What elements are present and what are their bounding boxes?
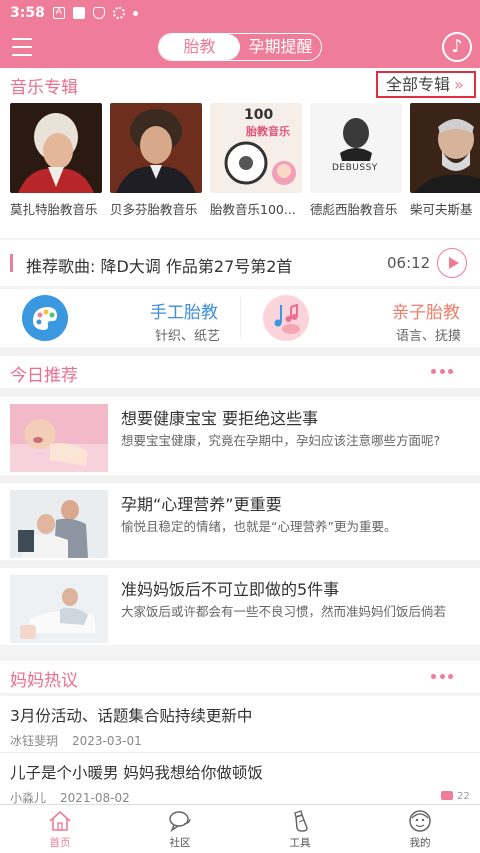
post-date: 2021-08-02: [60, 791, 130, 805]
all-albums-button[interactable]: 全部专辑»: [376, 71, 476, 98]
article-thumbnail: [10, 404, 108, 472]
shield-icon: [92, 7, 105, 19]
post-item[interactable]: 儿子是个小暖男 妈妈我想给你做顿饭 小淼儿 2021-08-02 22: [0, 752, 480, 808]
album-cover-beethoven: [110, 103, 202, 193]
music-album-section: 音乐专辑 全部专辑» 莫扎特胎教音乐 贝多芬胎教音乐 100 胎教音乐 胎教音乐…: [0, 68, 480, 238]
mom-hot-discussion-header: 妈妈热议: [0, 661, 480, 693]
play-icon[interactable]: [437, 248, 467, 278]
post-item[interactable]: 3月份活动、话题集合贴持续更新中 冰钰斐玥 2023-03-01: [0, 696, 480, 752]
section-title-albums: 音乐专辑: [10, 78, 78, 98]
app-notification-icon: [72, 7, 85, 19]
nav-label: 工具: [289, 837, 311, 849]
article-title: 孕期“心理营养”更重要: [121, 495, 282, 514]
a-notification-icon: A: [52, 7, 65, 19]
all-albums-label: 全部专辑: [386, 75, 451, 94]
app-header: 胎教 孕期提醒 ♪: [0, 26, 480, 68]
category-row: 手工胎教 针织、纸艺 亲子胎教 语言、抚摸: [0, 289, 480, 347]
album-card-beethoven[interactable]: 贝多芬胎教音乐: [110, 103, 202, 218]
today-recommend-header: 今日推荐: [0, 356, 480, 388]
article-description: 愉悦且稳定的情绪，也就是“心理营养”更为重要。: [121, 519, 397, 534]
cover-text-100: 100: [244, 107, 274, 123]
post-author: 小淼儿: [10, 791, 47, 805]
cover-text-debussy: DEBUSSY: [332, 163, 378, 173]
nav-label: 我的: [409, 837, 431, 849]
song-accent-marker: [10, 254, 13, 272]
post-meta: 冰钰斐玥 2023-03-01: [10, 732, 142, 749]
album-carousel[interactable]: 莫扎特胎教音乐 贝多芬胎教音乐 100 胎教音乐 胎教音乐100... DEBU…: [10, 103, 480, 233]
post-title: 3月份活动、话题集合贴持续更新中: [10, 707, 253, 725]
menu-icon[interactable]: [12, 38, 32, 56]
comment-count-value: 22: [457, 791, 470, 802]
music-notes-icon: [263, 295, 309, 341]
album-card-debussy[interactable]: DEBUSSY 德彪西胎教音乐: [310, 103, 402, 218]
status-bar: 3:58 A: [0, 0, 480, 26]
comment-icon: [441, 791, 453, 800]
album-card-tchaikovsky[interactable]: 柴可夫斯基: [410, 103, 480, 218]
recommended-song-bar[interactable]: 推荐歌曲: 降D大调 作品第27号第2首 06:12: [0, 240, 480, 286]
bottle-icon: [294, 810, 308, 832]
album-cover-debussy: DEBUSSY: [310, 103, 402, 193]
category-subtitle: 针织、纸艺: [155, 329, 221, 344]
album-caption: 胎教音乐100...: [210, 202, 296, 217]
double-chevron-right-icon: »: [454, 75, 464, 94]
section-title-recommend: 今日推荐: [10, 366, 78, 386]
home-icon: [49, 810, 71, 831]
album-cover-prenatal-100: 100 胎教音乐: [210, 103, 302, 193]
section-title-hot: 妈妈热议: [10, 671, 78, 691]
album-cover-tchaikovsky: [410, 103, 480, 193]
nav-label: 社区: [169, 837, 191, 849]
mode-tabs: 胎教 孕期提醒: [158, 33, 322, 61]
comment-count: 22: [441, 791, 470, 802]
more-dots-icon[interactable]: [431, 674, 453, 680]
nav-tools[interactable]: 工具: [240, 805, 360, 853]
settings-gear-icon: [112, 7, 125, 19]
article-item[interactable]: 想要健康宝宝 要拒绝这些事 想要宝宝健康，究竟在孕期中，孕妇应该注意哪些方面呢?: [0, 397, 480, 475]
album-cover-mozart: [10, 103, 102, 193]
post-date: 2023-03-01: [72, 734, 142, 748]
cover-text-title: 胎教音乐: [246, 125, 290, 138]
post-title: 儿子是个小暖男 妈妈我想给你做顿饭: [10, 764, 263, 782]
album-caption: 柴可夫斯基: [410, 202, 473, 217]
status-time: 3:58: [10, 5, 45, 21]
category-title: 手工胎教: [150, 303, 218, 323]
more-dot-icon: [132, 10, 138, 16]
article-title: 准妈妈饭后不可立即做的5件事: [121, 580, 340, 599]
palette-icon: [22, 295, 68, 341]
more-dots-icon[interactable]: [431, 369, 453, 375]
article-title: 想要健康宝宝 要拒绝这些事: [121, 409, 319, 428]
category-handicraft[interactable]: 手工胎教 针织、纸艺: [0, 289, 240, 347]
article-item[interactable]: 孕期“心理营养”更重要 愉悦且稳定的情绪，也就是“心理营养”更为重要。: [0, 482, 480, 560]
post-author: 冰钰斐玥: [10, 734, 59, 748]
tab-pregnancy-reminder[interactable]: 孕期提醒: [240, 34, 321, 60]
nav-profile[interactable]: 我的: [360, 805, 480, 853]
article-thumbnail: [10, 490, 108, 558]
album-caption: 莫扎特胎教音乐: [10, 202, 98, 217]
nav-home[interactable]: 首页: [0, 805, 120, 853]
chat-icon: [169, 811, 191, 832]
article-description: 大家饭后或许都会有一些不良习惯，然而准妈妈们饭后倘若: [121, 604, 447, 619]
article-description: 想要宝宝健康，究竟在孕期中，孕妇应该注意哪些方面呢?: [121, 433, 441, 448]
nav-label: 首页: [49, 837, 71, 849]
category-title: 亲子胎教: [392, 303, 460, 323]
album-caption: 贝多芬胎教音乐: [110, 202, 198, 217]
bottom-navigation: 首页 社区 工具 我的: [0, 804, 480, 853]
song-duration: 06:12: [387, 254, 431, 272]
article-item[interactable]: 准妈妈饭后不可立即做的5件事 大家饭后或许都会有一些不良习惯，然而准妈妈们饭后倘…: [0, 567, 480, 645]
category-subtitle: 语言、抚摸: [396, 329, 462, 344]
profile-icon: [409, 810, 431, 832]
music-note-icon[interactable]: ♪: [442, 32, 472, 62]
album-card-mozart[interactable]: 莫扎特胎教音乐: [10, 103, 102, 218]
album-caption: 德彪西胎教音乐: [310, 202, 398, 217]
recommended-song-label: 推荐歌曲: 降D大调 作品第27号第2首: [26, 257, 293, 276]
tab-prenatal-education[interactable]: 胎教: [159, 34, 240, 60]
category-parent-child[interactable]: 亲子胎教 语言、抚摸: [241, 289, 480, 347]
album-card-prenatal-100[interactable]: 100 胎教音乐 胎教音乐100...: [210, 103, 302, 218]
article-thumbnail: [10, 575, 108, 643]
nav-community[interactable]: 社区: [120, 805, 240, 853]
